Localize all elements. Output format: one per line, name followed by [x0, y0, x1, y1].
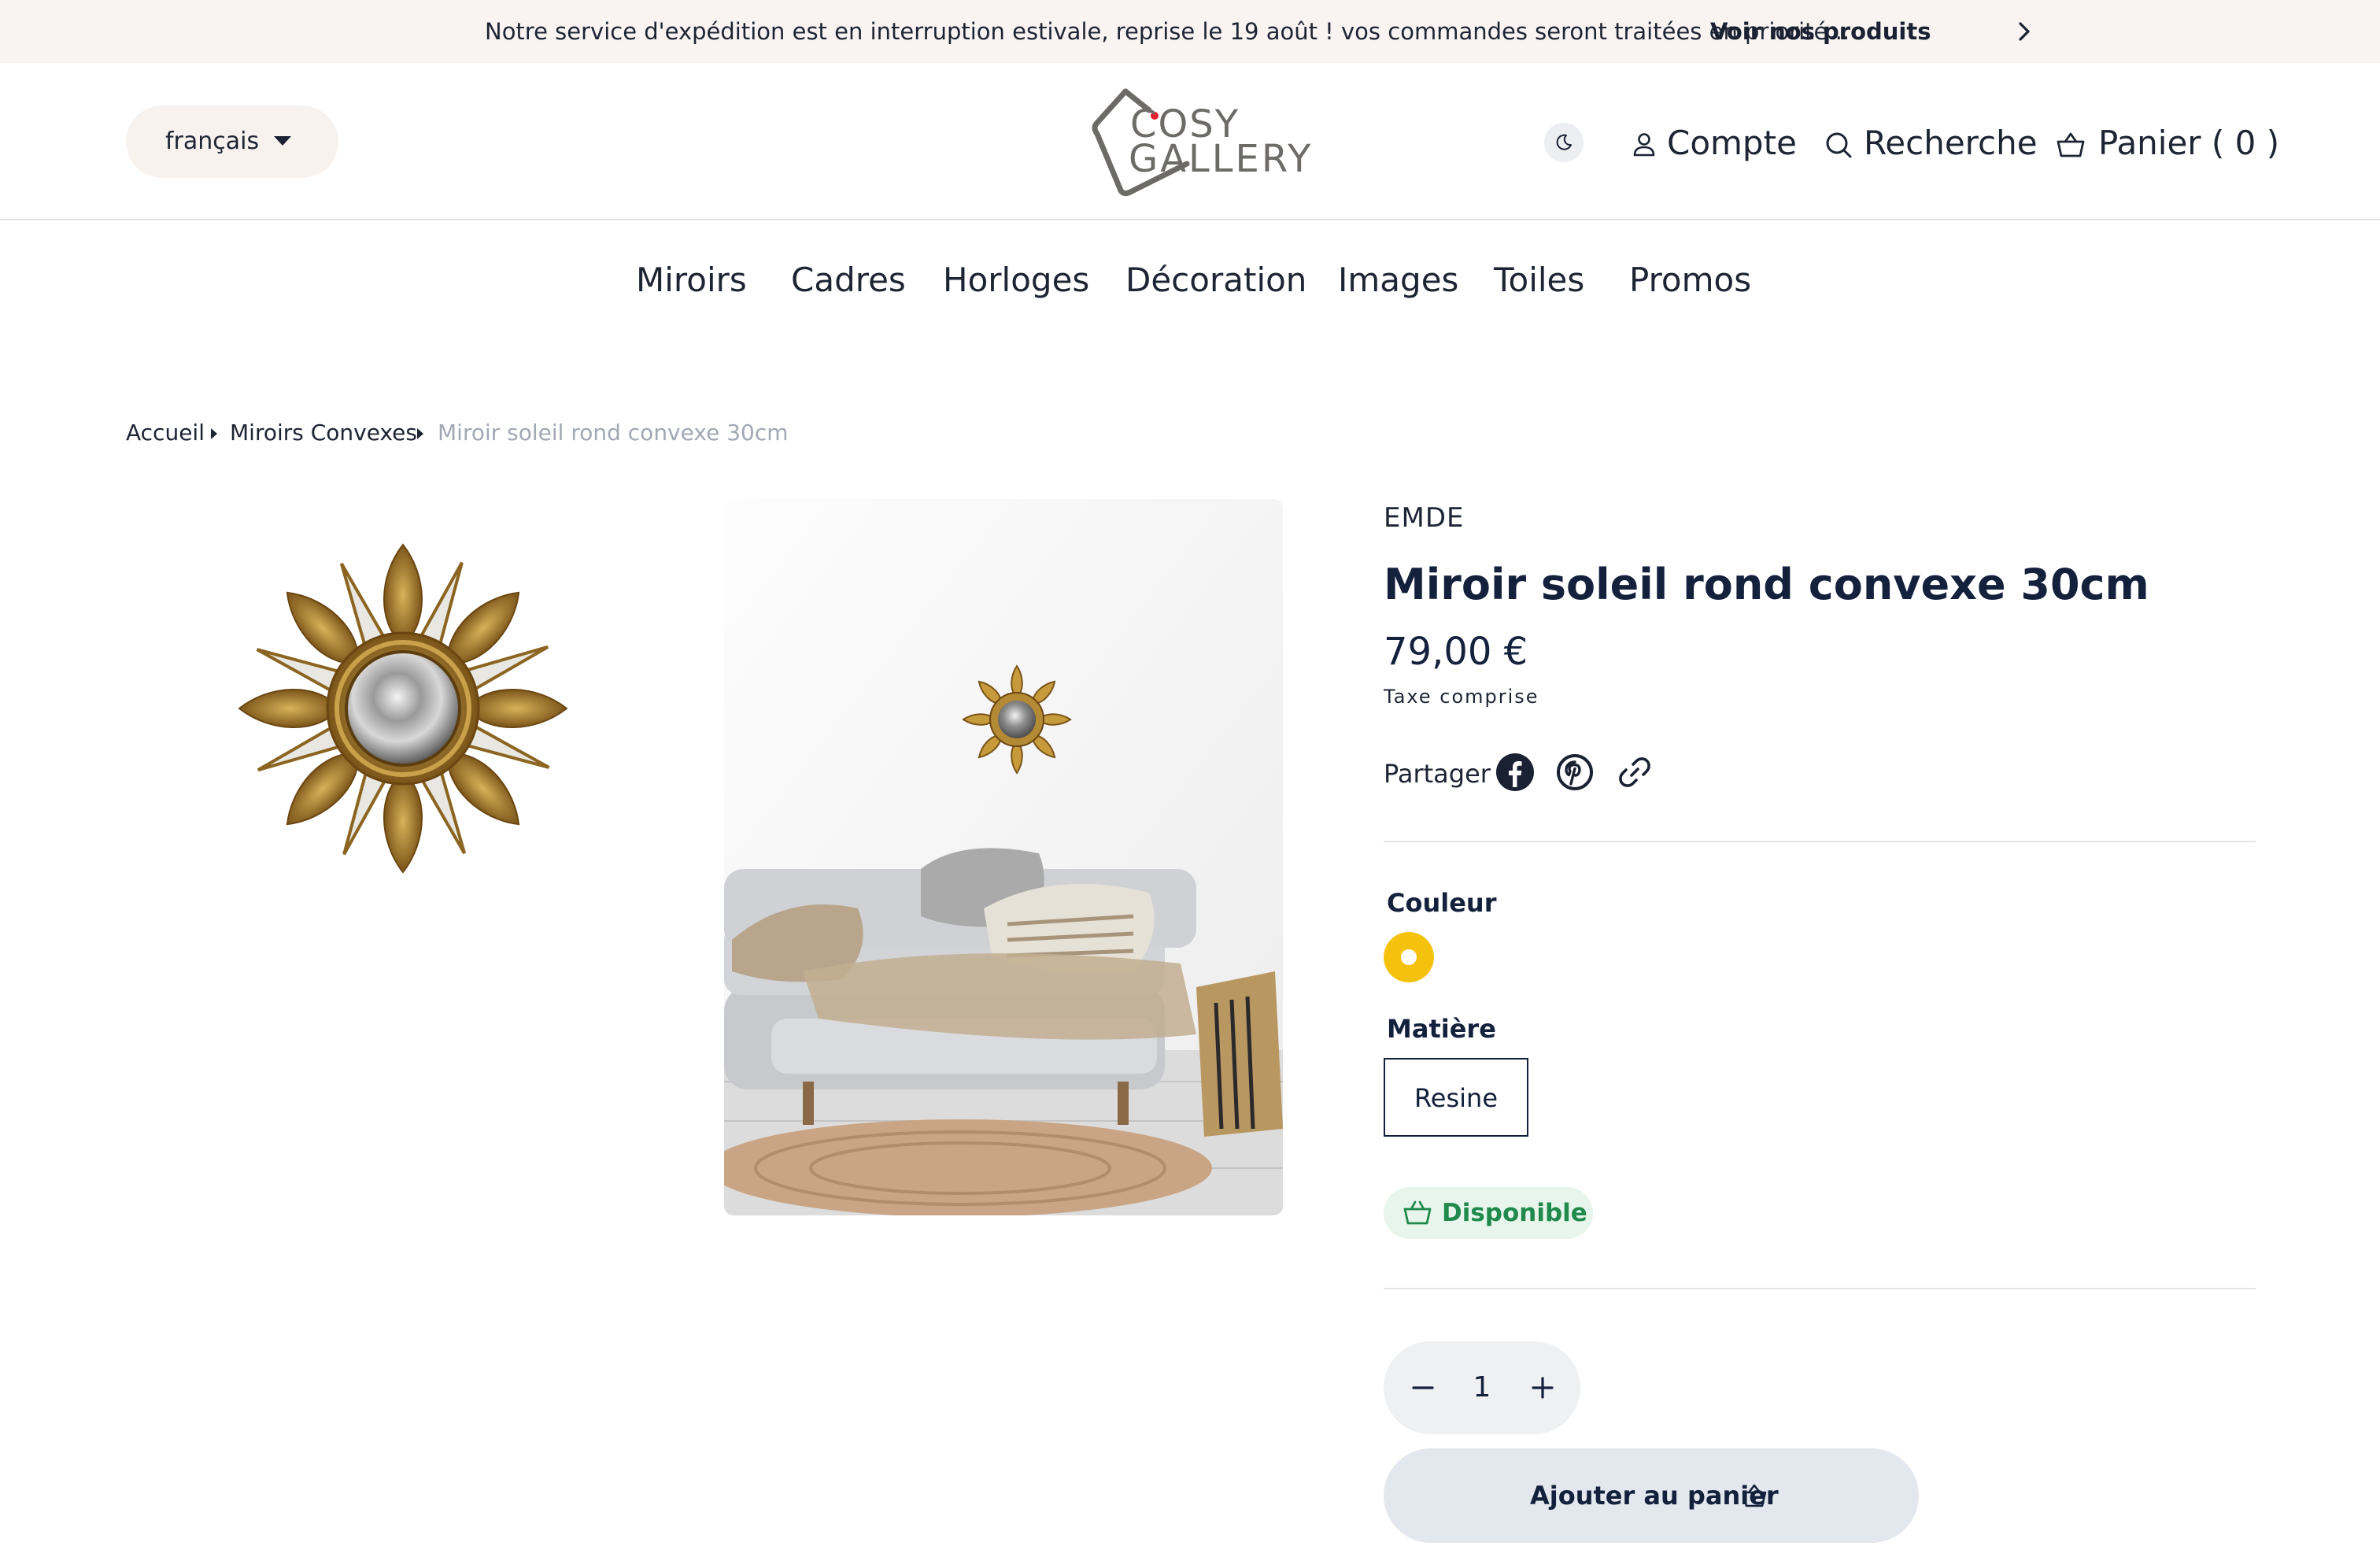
moon-icon — [1556, 134, 1572, 150]
announcement-link[interactable]: Voir nos produits — [1710, 16, 1931, 47]
pinterest-icon[interactable] — [1555, 753, 1595, 792]
breadcrumb-separator-icon — [211, 428, 217, 439]
main-navigation: Miroirs Cadres Horloges Décoration Image… — [0, 222, 2380, 340]
basket-check-icon — [1403, 1200, 1432, 1225]
search-icon — [1826, 132, 1852, 158]
language-selector[interactable]: français — [126, 105, 338, 178]
language-label: français — [165, 128, 260, 155]
add-to-cart-button[interactable]: Ajouter au panier — [1384, 1448, 1919, 1543]
sun-mirror-image — [238, 543, 568, 874]
site-logo[interactable]: COSY GALLERY — [1077, 82, 1310, 200]
nav-item-toiles[interactable]: Toiles — [1494, 258, 1584, 302]
announcement-text: Notre service d'expédition est en interr… — [485, 18, 1850, 45]
search-link[interactable]: Recherche — [1824, 118, 2038, 165]
divider — [1384, 1288, 2256, 1289]
breadcrumb-current: Miroir soleil rond convexe 30cm — [438, 420, 789, 446]
material-option-resine[interactable]: Resine — [1384, 1058, 1528, 1137]
cart-label: Panier ( 0 ) — [2098, 124, 2280, 162]
caret-down-icon — [274, 136, 291, 146]
account-link[interactable]: Compte — [1631, 118, 1797, 165]
nav-item-decoration[interactable]: Décoration — [1125, 258, 1306, 302]
tax-note: Taxe comprise — [1384, 686, 1539, 708]
living-room-photo — [724, 499, 1283, 1215]
nav-item-promos[interactable]: Promos — [1629, 258, 1751, 302]
account-label: Compte — [1667, 124, 1797, 162]
share-label: Partager — [1384, 759, 1491, 789]
link-icon[interactable] — [1615, 753, 1654, 792]
product-price: 79,00 € — [1384, 630, 1528, 674]
nav-item-images[interactable]: Images — [1338, 258, 1458, 302]
divider — [1384, 841, 2256, 842]
product-main-image[interactable] — [724, 499, 1283, 1215]
stock-status-badge: Disponible — [1384, 1187, 1593, 1239]
minus-icon[interactable] — [1407, 1372, 1439, 1404]
product-vendor: EMDE — [1384, 502, 1465, 534]
material-option-text: Resine — [1414, 1083, 1498, 1113]
search-label: Recherche — [1864, 124, 2038, 162]
site-header: français COSY GALLERY Compte Recherche P… — [0, 63, 2380, 220]
breadcrumb-separator-icon — [417, 428, 423, 439]
basket-icon — [1742, 1484, 1767, 1507]
cart-link[interactable]: Panier ( 0 ) — [2056, 118, 2279, 165]
material-option-label: Matière — [1387, 1014, 1496, 1044]
nav-item-horloges[interactable]: Horloges — [943, 258, 1089, 302]
quantity-stepper: 1 — [1384, 1341, 1580, 1434]
breadcrumb-category[interactable]: Miroirs Convexes — [230, 417, 417, 449]
product-title: Miroir soleil rond convexe 30cm — [1384, 560, 2149, 609]
theme-toggle-button[interactable] — [1544, 123, 1584, 162]
plus-icon[interactable] — [1527, 1372, 1558, 1404]
swatch-selected-indicator — [1401, 949, 1417, 965]
product-thumbnail[interactable] — [228, 535, 582, 882]
announcement-bar: Notre service d'expédition est en interr… — [0, 0, 2380, 63]
quantity-value[interactable]: 1 — [1462, 1370, 1502, 1406]
breadcrumb-home[interactable]: Accueil — [126, 417, 205, 449]
logo-text-gallery: GALLERY — [1129, 137, 1314, 181]
stock-status-text: Disponible — [1442, 1199, 1587, 1227]
chevron-right-icon[interactable] — [2009, 16, 2040, 47]
color-option-label: Couleur — [1387, 888, 1497, 918]
nav-item-miroirs[interactable]: Miroirs — [636, 258, 747, 302]
user-icon — [1633, 133, 1655, 157]
nav-item-cadres[interactable]: Cadres — [791, 258, 906, 302]
facebook-icon[interactable] — [1495, 753, 1535, 792]
color-swatch-yellow[interactable] — [1384, 932, 1434, 982]
basket-icon — [2057, 132, 2085, 157]
